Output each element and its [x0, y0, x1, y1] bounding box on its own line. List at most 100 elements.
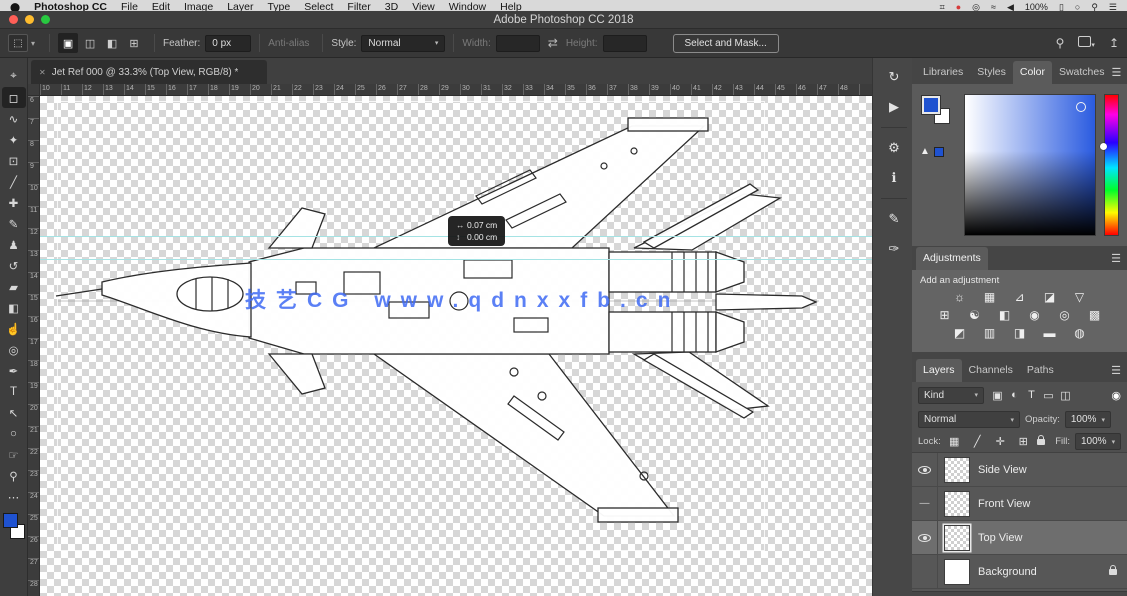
more-tools[interactable]: ⋯ [2, 486, 26, 507]
lasso-tool[interactable]: ∿ [2, 108, 26, 129]
exposure-icon[interactable]: ◪ [1040, 289, 1060, 305]
eyedropper-tool[interactable]: ╱ [2, 171, 26, 192]
layer-visibility-toggle[interactable]: — [912, 487, 938, 520]
zoom-tool[interactable]: ⚲ [2, 465, 26, 486]
apple-menu-icon[interactable]: ⬤ [10, 2, 20, 12]
shape-tool[interactable]: ○ [2, 423, 26, 444]
volume-icon[interactable]: ◀ [1007, 1, 1014, 11]
layer-row-front-view[interactable]: —Front View [912, 487, 1127, 521]
color-balance-icon[interactable]: ☯ [965, 307, 985, 323]
smudge-tool[interactable]: ☝ [2, 318, 26, 339]
menu-photoshop-cc[interactable]: Photoshop CC [34, 1, 107, 11]
hue-slider[interactable] [1104, 94, 1119, 236]
eraser-tool[interactable]: ▰ [2, 276, 26, 297]
lock-all-icon[interactable] [1037, 439, 1045, 445]
gradient-tool[interactable]: ◧ [2, 297, 26, 318]
layer-row-side-view[interactable]: Side View [912, 453, 1127, 487]
filter-smart-objects-icon[interactable]: ◫ [1057, 389, 1074, 402]
actions-icon[interactable]: ▶ [881, 94, 907, 120]
selective-color-icon[interactable]: ◍ [1070, 325, 1090, 341]
feather-input[interactable]: 0 px [205, 35, 251, 52]
foreground-color-swatch[interactable] [3, 513, 18, 528]
properties-icon[interactable]: ⚙ [881, 135, 907, 161]
pen-tool[interactable]: ✒ [2, 360, 26, 381]
path-selection-tool[interactable]: ↖ [2, 402, 26, 423]
layer-thumbnail[interactable] [944, 525, 970, 551]
tool-preset-chevron-icon[interactable]: ▾ [31, 39, 35, 48]
channel-mixer-icon[interactable]: ◎ [1055, 307, 1075, 323]
move-tool[interactable]: ⌖ [2, 66, 26, 87]
tab-libraries[interactable]: Libraries [916, 61, 970, 84]
control-center-icon[interactable]: ☰ [1109, 1, 1117, 11]
layer-row-background[interactable]: Background [912, 555, 1127, 589]
layer-filter-kind-dropdown[interactable]: Kind▾ [918, 387, 984, 404]
tab-layers[interactable]: Layers [916, 359, 962, 382]
tab-adjustments[interactable]: Adjustments [916, 247, 988, 270]
horizontal-ruler[interactable]: 1011121314151617181920212223242526272829… [40, 84, 872, 96]
clock-icon[interactable]: ○ [1075, 1, 1080, 11]
battery-level[interactable]: 100% [1025, 1, 1048, 11]
out-of-gamut-warning[interactable]: ▲ [920, 146, 944, 157]
lock-artboard-icon[interactable]: ⊞ [1015, 435, 1032, 448]
tab-paths[interactable]: Paths [1020, 359, 1061, 382]
tab-color[interactable]: Color [1013, 61, 1052, 84]
guide-line[interactable] [40, 259, 872, 260]
layer-thumbnail[interactable] [944, 457, 970, 483]
brush-presets-icon[interactable]: ✑ [881, 236, 907, 262]
new-selection[interactable]: ▣ [58, 33, 78, 53]
quick-selection-tool[interactable]: ✦ [2, 129, 26, 150]
width-input[interactable] [496, 35, 540, 52]
invert-icon[interactable]: ◩ [950, 325, 970, 341]
tab-swatches[interactable]: Swatches [1052, 61, 1112, 84]
menu-view[interactable]: View [412, 1, 435, 11]
opacity-dropdown[interactable]: 100%▾ [1065, 411, 1111, 428]
hue-slider-marker[interactable] [1100, 143, 1107, 150]
dodge-tool[interactable]: ◎ [2, 339, 26, 360]
layer-row-top-view[interactable]: Top View [912, 521, 1127, 555]
menu-layer[interactable]: Layer [227, 1, 253, 11]
canvas-viewport[interactable]: 技艺CG www.qdnxxfb.cn ↔0.07 cm ↕0.00 cm [40, 96, 872, 596]
info-icon[interactable]: ℹ [881, 165, 907, 191]
history-icon[interactable]: ↻ [881, 64, 907, 90]
layer-visibility-toggle[interactable] [912, 453, 938, 486]
hand-tool[interactable]: ☞ [2, 444, 26, 465]
filter-pixel-layers-icon[interactable]: ▣ [989, 389, 1006, 402]
intersect-selection[interactable]: ⊞ [124, 33, 144, 53]
shield-icon[interactable]: ◎ [972, 1, 980, 11]
height-input[interactable] [603, 35, 647, 52]
close-tab-icon[interactable]: ✕ [39, 68, 46, 77]
vibrance-icon[interactable]: ▽ [1070, 289, 1090, 305]
brightness-contrast-icon[interactable]: ☼ [950, 289, 970, 305]
swap-width-height-icon[interactable]: ⇄ [548, 36, 558, 50]
wifi-icon[interactable]: ≈ [991, 1, 996, 11]
panel-foreground-swatch[interactable] [922, 96, 940, 114]
brush-tool[interactable]: ✎ [2, 213, 26, 234]
document-tab[interactable]: ✕ Jet Ref 000 @ 33.3% (Top View, RGB/8) … [31, 60, 267, 84]
menu-help[interactable]: Help [500, 1, 522, 11]
select-and-mask-button[interactable]: Select and Mask... [673, 34, 779, 53]
clone-stamp-tool[interactable]: ♟ [2, 234, 26, 255]
subtract-from-selection[interactable]: ◧ [102, 33, 122, 53]
brush-settings-icon[interactable]: ✎ [881, 206, 907, 232]
tab-channels[interactable]: Channels [962, 359, 1020, 382]
filter-type-layers-icon[interactable]: T [1023, 389, 1040, 402]
vertical-ruler[interactable]: 6789101112131415161718192021222324252627… [28, 96, 40, 596]
menu-type[interactable]: Type [267, 1, 290, 11]
search-icon[interactable]: ⚲ [1056, 36, 1065, 50]
share-icon[interactable]: ↥ [1109, 36, 1119, 50]
blend-mode-dropdown[interactable]: Normal▾ [918, 411, 1020, 428]
layer-visibility-toggle[interactable] [912, 521, 938, 554]
menu-edit[interactable]: Edit [152, 1, 170, 11]
threshold-icon[interactable]: ◨ [1010, 325, 1030, 341]
crop-tool[interactable]: ⊡ [2, 150, 26, 171]
menu-filter[interactable]: Filter [347, 1, 370, 11]
curves-icon[interactable]: ⊿ [1010, 289, 1030, 305]
menu-3d[interactable]: 3D [385, 1, 398, 11]
antialias-checkbox[interactable]: Anti-alias [268, 38, 309, 49]
color-lookup-icon[interactable]: ▩ [1085, 307, 1105, 323]
gradient-map-icon[interactable]: ▬ [1040, 325, 1060, 341]
history-brush-tool[interactable]: ↺ [2, 255, 26, 276]
panel-menu-icon[interactable]: ☰ [1111, 252, 1121, 270]
style-dropdown[interactable]: Normal▾ [361, 35, 445, 52]
marquee-tool[interactable]: ◻ [2, 87, 26, 108]
